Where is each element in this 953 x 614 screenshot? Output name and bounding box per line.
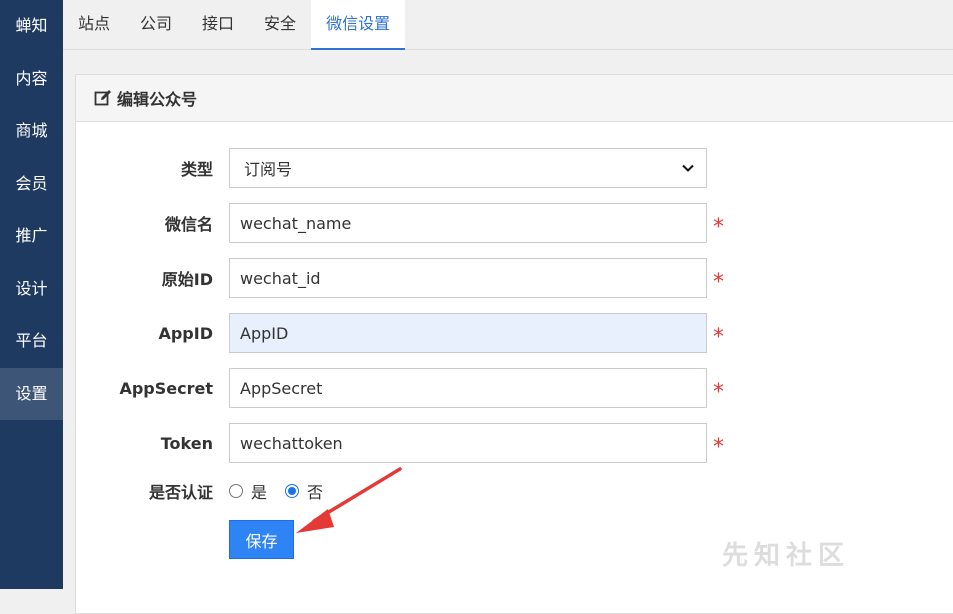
- app-secret-label: AppSecret: [119, 378, 213, 398]
- token-label: Token: [160, 433, 213, 453]
- panel-header: 编辑公众号: [76, 75, 953, 122]
- sidebar-item-content[interactable]: 内容: [0, 53, 63, 106]
- tab-site[interactable]: 站点: [63, 0, 125, 50]
- sidebar-item-home[interactable]: 蝉知: [0, 0, 63, 53]
- certified-yes-label: 是: [251, 483, 268, 502]
- type-select[interactable]: 订阅号: [229, 148, 707, 188]
- tab-security[interactable]: 安全: [249, 0, 311, 50]
- certified-label: 是否认证: [148, 483, 213, 502]
- required-mark: *: [713, 434, 724, 460]
- token-input[interactable]: wechattoken: [229, 423, 707, 463]
- edit-icon: [94, 90, 111, 106]
- name-label: 微信名: [164, 215, 213, 234]
- type-label: 类型: [180, 160, 213, 179]
- token-row: Token wechattoken *: [76, 423, 724, 463]
- annotation-arrow-icon: [296, 467, 402, 533]
- certified-yes-radio[interactable]: [229, 484, 243, 498]
- app-secret-input[interactable]: AppSecret: [229, 368, 707, 408]
- app-id-row: AppID AppID *: [76, 313, 724, 353]
- orig-id-label: 原始ID: [161, 270, 213, 289]
- required-mark: *: [713, 269, 724, 295]
- orig-id-row: 原始ID wechat_id *: [76, 258, 724, 298]
- sidebar-item-platform[interactable]: 平台: [0, 315, 63, 368]
- tab-interface[interactable]: 接口: [187, 0, 249, 50]
- tab-wechat-settings[interactable]: 微信设置: [311, 0, 406, 50]
- app-id-label: AppID: [158, 323, 213, 343]
- top-tabs: 站点 公司 接口 安全 微信设置: [63, 0, 953, 50]
- sidebar: 蝉知 内容 商城 会员 推广 设计 平台 设置: [0, 0, 63, 589]
- certified-row: 是否认证 是 否: [76, 478, 323, 504]
- chevron-down-icon: [682, 164, 694, 172]
- name-row: 微信名 wechat_name *: [76, 203, 724, 243]
- sidebar-item-settings[interactable]: 设置: [0, 367, 63, 420]
- sidebar-item-promotion[interactable]: 推广: [0, 210, 63, 263]
- watermark: 先知社区: [722, 541, 851, 571]
- type-row: 类型 订阅号: [76, 148, 707, 188]
- sidebar-item-design[interactable]: 设计: [0, 263, 63, 316]
- wechat-id-input[interactable]: wechat_id: [229, 258, 707, 298]
- save-button[interactable]: 保存: [229, 520, 294, 559]
- app-secret-row: AppSecret AppSecret *: [76, 368, 724, 408]
- sidebar-item-shop[interactable]: 商城: [0, 105, 63, 158]
- required-mark: *: [713, 324, 724, 350]
- type-select-value: 订阅号: [244, 160, 293, 179]
- sidebar-item-members[interactable]: 会员: [0, 158, 63, 211]
- app-id-input[interactable]: AppID: [229, 313, 707, 353]
- wechat-name-input[interactable]: wechat_name: [229, 203, 707, 243]
- required-mark: *: [713, 214, 724, 240]
- tab-company[interactable]: 公司: [125, 0, 187, 50]
- edit-account-panel: 编辑公众号 类型 订阅号 微信名 wechat_name * 原始ID wech…: [75, 74, 953, 614]
- required-mark: *: [713, 379, 724, 405]
- panel-title: 编辑公众号: [117, 90, 198, 109]
